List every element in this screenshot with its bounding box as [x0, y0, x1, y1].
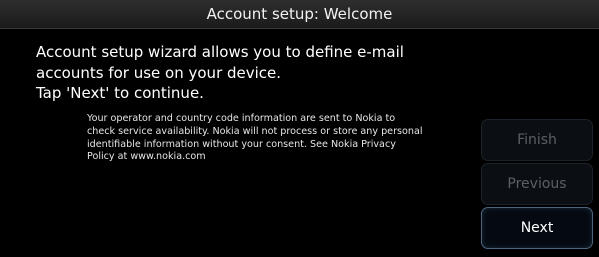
finish-button-label: Finish [517, 132, 557, 148]
finish-button[interactable]: Finish [481, 119, 593, 161]
window-title-bar: Account setup: Welcome [0, 0, 599, 29]
privacy-notice-line: Policy at www.nokia.com [87, 151, 206, 163]
privacy-notice: Your operator and country code informati… [87, 113, 427, 164]
next-button[interactable]: Next [481, 207, 593, 249]
intro-line: Account setup wizard allows you to defin… [36, 43, 404, 61]
previous-button[interactable]: Previous [481, 163, 593, 205]
privacy-notice-line: Your operator and country code informati… [87, 113, 396, 124]
next-button-label: Next [520, 220, 554, 236]
intro-line: Tap 'Next' to continue. [36, 84, 204, 102]
privacy-notice-line: check service availability. Nokia will n… [87, 125, 423, 137]
intro-line: accounts for use on your device. [36, 63, 282, 82]
previous-button-label: Previous [507, 176, 567, 192]
window-title: Account setup: Welcome [206, 5, 393, 23]
intro-text: Account setup wizard allows you to defin… [36, 42, 456, 104]
privacy-notice-line: identifiable information without your co… [87, 138, 396, 150]
